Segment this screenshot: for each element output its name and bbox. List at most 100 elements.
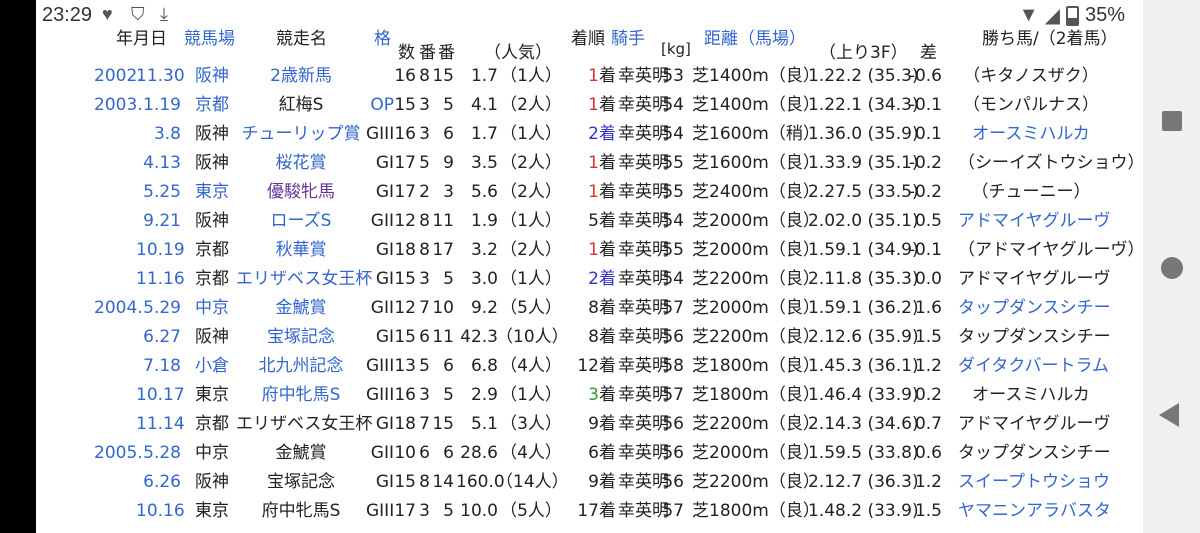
odds: 3.0 [470,269,498,289]
winner: （キタノスザク） [963,66,1099,86]
date-md[interactable]: 3.8 [136,122,181,146]
grade[interactable]: OP [366,93,394,117]
distance: 芝2000m（良） [692,298,820,318]
grade: GI [375,472,394,492]
field-size: 16 [394,124,416,144]
header-winner: 勝ち馬/（2着馬） [982,29,1118,49]
table-row: 6.26 阪神 宝塚記念 GI 15 8 14 160.0 （14人） 56 芝2200m（良） 2.… [36,468,1143,497]
horse-no: 6 [443,356,454,376]
field-size: 12 [394,298,416,318]
date-md[interactable]: 11.14 [136,412,185,436]
winner[interactable]: オースミハルカ [958,122,1104,146]
date-md[interactable]: 6.26 [136,470,181,494]
race-name[interactable]: 府中牝馬S [236,383,366,407]
bracket: 3 [419,95,430,115]
race-name[interactable]: 金鯱賞 [236,296,366,320]
race-name[interactable]: 優駿牝馬 [236,180,366,204]
date-md[interactable]: 4.13 [136,151,181,175]
placing-suffix: 着 [599,414,616,434]
date-md[interactable]: 9.21 [136,209,181,233]
race-name[interactable]: エリザベス女王杯 [236,267,372,291]
winner[interactable]: アドマイヤグルーヴ [958,209,1111,233]
jockey: 幸英明 [618,66,669,86]
date-md[interactable]: 5.29 [136,296,181,320]
field-size: 17 [394,501,416,521]
winner: （シーイズトウショウ） [958,153,1143,173]
winner: オースミハルカ [972,385,1090,405]
jockey: 幸英明 [618,327,669,347]
date-md[interactable]: 5.28 [136,441,181,465]
bracket: 6 [419,443,430,463]
winner[interactable]: ヤマニンアラバスタ [958,499,1111,523]
placing: 2着 [566,267,616,291]
venue[interactable]: 小倉 [192,354,232,378]
popularity: （4人） [500,443,562,463]
date-md[interactable]: 11.30 [136,64,185,88]
race-name[interactable]: ローズS [236,209,366,233]
popularity: （1人） [500,211,562,231]
back-icon[interactable] [1159,403,1179,427]
time: 1.22.1 (34.3) [808,95,919,115]
venue[interactable]: 東京 [192,180,232,204]
header-jockey[interactable]: 騎手 [611,24,645,49]
placing-suffix: 着 [599,298,616,318]
race-name: 金鯱賞 [275,443,327,463]
race-name[interactable]: 2歳新馬 [236,64,366,88]
time: 2.27.5 (33.5) [808,182,919,202]
date-year[interactable]: 2003. [94,93,143,117]
date-md[interactable]: 10.19 [136,238,185,262]
placing-suffix: 着 [599,240,616,260]
winner: アドマイヤグルーヴ [958,414,1111,434]
table-row: 7.18 小倉 北九州記念 GIII 13 5 6 6.8 （4人） 58 芝1800m（良） 1.4… [36,352,1143,381]
date-md[interactable]: 7.18 [136,354,181,378]
navigation-bar [1143,0,1200,533]
placing: 3着 [566,383,616,407]
date-md[interactable]: 10.17 [136,383,185,407]
placing-suffix: 着 [599,327,616,347]
margin: 1.2 [914,472,942,492]
home-icon[interactable] [1161,257,1183,279]
recents-icon[interactable] [1162,111,1182,131]
race-name[interactable]: 桜花賞 [236,151,366,175]
venue[interactable]: 阪神 [192,64,232,88]
header-venue[interactable]: 競馬場 [184,24,235,49]
table-row: 5.25 東京 優駿牝馬 GI 17 2 3 5.6 （2人） 55 芝2400m（良） 2.27.5… [36,178,1143,207]
popularity: （14人） [496,472,569,492]
race-name[interactable]: チューリップ賞 [236,122,366,146]
date-year[interactable]: 2002. [94,64,143,88]
grade: GI [375,327,394,347]
date-year[interactable]: 2004. [94,296,143,320]
date-md[interactable]: 5.25 [136,180,181,204]
field-size: 16 [394,385,416,405]
header-distance[interactable]: 距離（馬場） [704,24,806,49]
bracket: 5 [419,356,430,376]
venue[interactable]: 京都 [192,93,232,117]
winner[interactable]: ダイタクバートラム [958,354,1109,378]
field-size: 15 [394,327,416,347]
battery-icon [1065,5,1079,26]
date-md[interactable]: 6.27 [136,325,181,349]
placing: 9着 [566,412,616,436]
horse-no: 3 [443,182,454,202]
date-md[interactable]: 1.19 [136,93,181,117]
race-name[interactable]: 秋華賞 [236,238,366,262]
header-grade[interactable]: 格 [374,24,391,49]
odds: 3.5 [470,153,498,173]
popularity: （4人） [500,356,562,376]
date-md[interactable]: 10.16 [136,499,185,523]
race-name[interactable]: 北九州記念 [236,354,366,378]
winner[interactable]: タップダンスシチー [958,296,1111,320]
date-year[interactable]: 2005. [94,441,143,465]
horse-no: 17 [432,240,454,260]
venue[interactable]: 中京 [192,296,232,320]
table-row: 10.16 東京 府中牝馬S GIII 17 3 5 10.0 （5人） 57 芝1800m（良） 1… [36,497,1143,526]
date-md[interactable]: 11.16 [136,267,185,291]
grade: GIII [366,501,395,521]
field-size: 18 [394,414,416,434]
winner[interactable]: スイープトウショウ [958,470,1110,494]
distance: 芝1800m（良） [692,501,820,521]
field-size: 15 [394,472,416,492]
horse-no: 11 [432,211,454,231]
field-size: 12 [394,211,416,231]
race-name[interactable]: 宝塚記念 [236,325,366,349]
